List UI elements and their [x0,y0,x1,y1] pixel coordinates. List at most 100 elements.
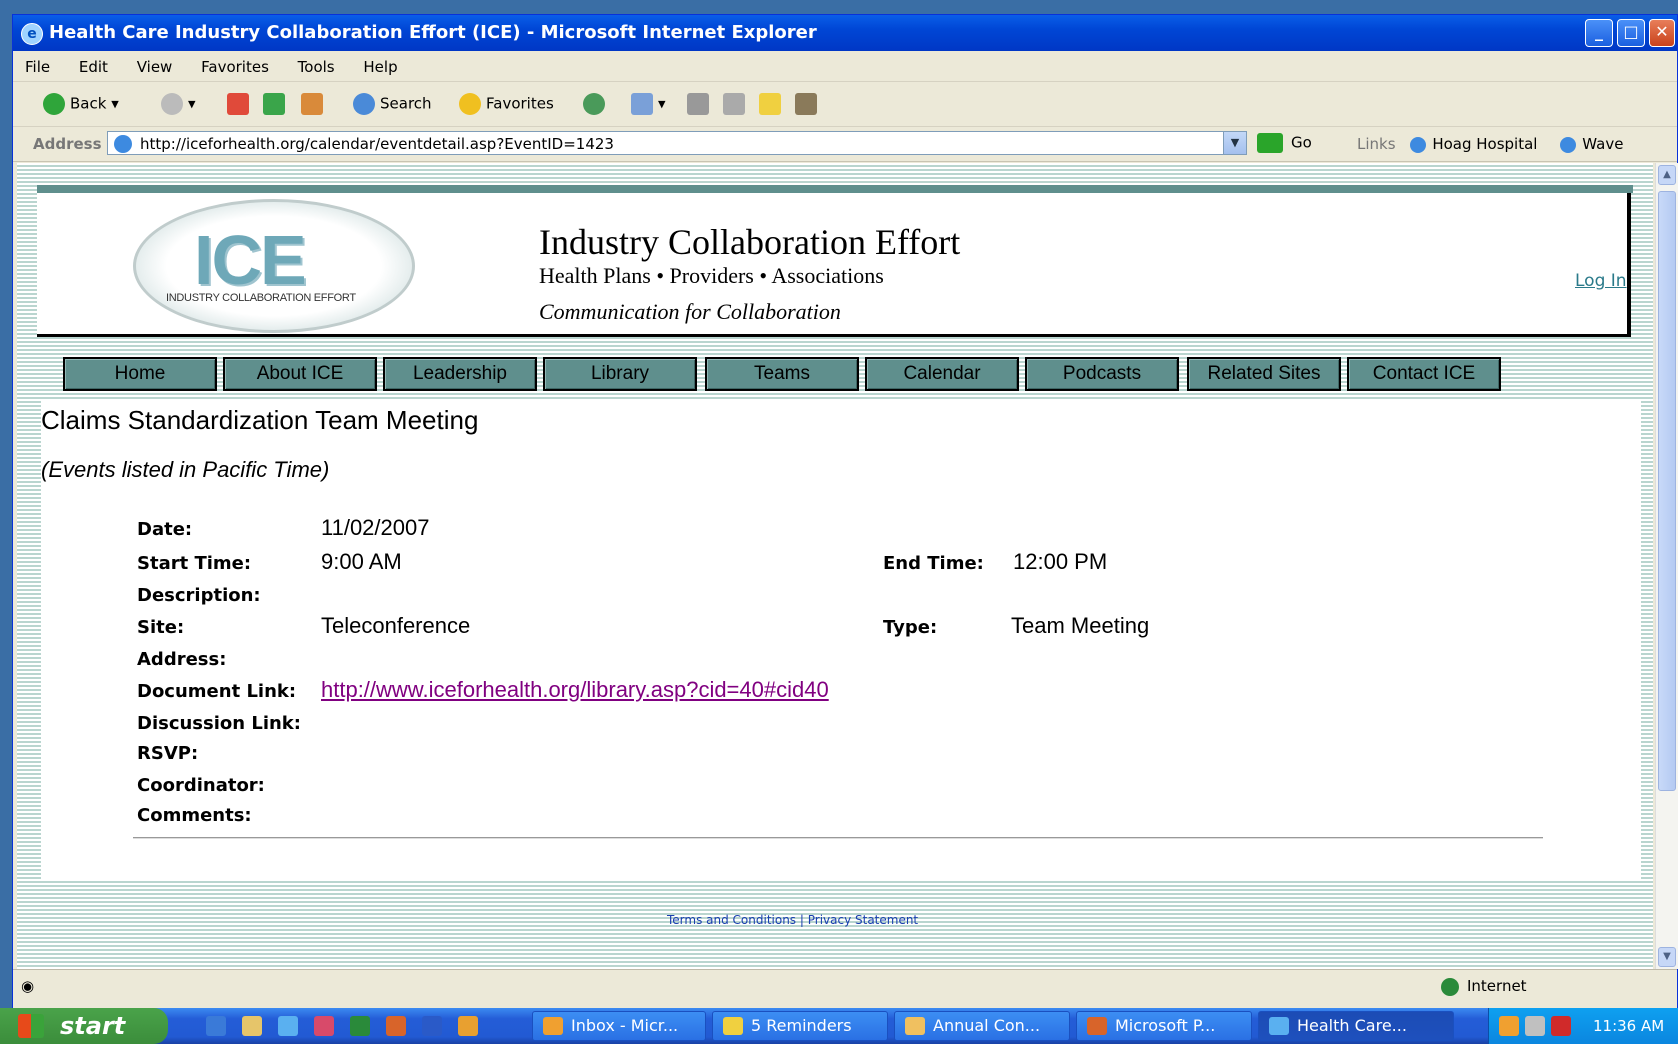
stop-button[interactable] [227,93,254,115]
page-icon [114,135,132,153]
tray-icon[interactable] [1499,1016,1519,1036]
address-dropdown-icon[interactable]: ▼ [1223,132,1246,154]
edit-icon [723,93,745,115]
ie-icon [1269,1017,1289,1035]
task-annual-con[interactable]: Annual Con... [894,1011,1070,1041]
event-detail: Claims Standardization Team Meeting (Eve… [41,399,1641,881]
tray-icon[interactable] [1525,1016,1545,1036]
end-time-label: End Time: [883,553,984,574]
home-icon [301,93,323,115]
address-input[interactable]: http://iceforhealth.org/calendar/eventde… [107,131,1247,155]
task-label: Microsoft P... [1115,1016,1216,1035]
maximize-button[interactable]: □ [1617,19,1645,47]
comments-label: Comments: [137,805,252,826]
nav-library[interactable]: Library [543,357,697,391]
coordinator-label: Coordinator: [137,775,265,796]
vertical-scrollbar[interactable]: ▲ ▼ [1655,163,1678,969]
quicklaunch-excel-icon[interactable] [350,1016,370,1036]
standard-toolbar: Back ▾ ▾ Search Favorites ▾ [13,82,1677,127]
search-button[interactable]: Search [353,93,432,115]
start-label: start [60,1012,126,1040]
quicklaunch-outlook-icon[interactable] [458,1016,478,1036]
security-zone: Internet [1441,977,1527,996]
tray-icon[interactable] [1551,1016,1571,1036]
date-value: 11/02/2007 [321,515,430,540]
scroll-down-icon[interactable]: ▼ [1658,947,1676,967]
search-label: Search [380,94,432,113]
address-bar: Address http://iceforhealth.org/calendar… [13,127,1677,162]
footer-links[interactable]: Terms and Conditions | Privacy Statement [667,913,918,927]
task-health-care[interactable]: Health Care... [1258,1011,1454,1041]
link-wave[interactable]: Wave [1560,135,1623,153]
document-link[interactable]: http://www.iceforhealth.org/library.asp?… [321,677,829,702]
timezone-note: (Events listed in Pacific Time) [41,457,330,482]
nav-podcasts[interactable]: Podcasts [1025,357,1179,391]
menu-edit[interactable]: Edit [79,58,108,76]
page-status-icon: ◉ [21,977,35,995]
history-icon [583,93,605,115]
start-time-label: Start Time: [137,553,252,574]
quicklaunch-powerpoint-icon[interactable] [386,1016,406,1036]
search-icon [353,93,375,115]
login-link[interactable]: Log In [1575,271,1627,291]
logo-text: ICE [194,221,307,299]
rsvp-label: RSVP: [137,743,199,764]
nav-about-ice[interactable]: About ICE [223,357,377,391]
menu-tools[interactable]: Tools [298,58,335,76]
menu-help[interactable]: Help [363,58,397,76]
nav-related-sites[interactable]: Related Sites [1187,357,1341,391]
system-tray: 11:36 AM [1488,1008,1678,1044]
type-value: Team Meeting [1011,613,1150,638]
research-button[interactable] [795,93,822,115]
event-title: Claims Standardization Team Meeting [41,405,479,435]
favorites-label: Favorites [486,94,554,113]
go-button[interactable]: Go [1257,133,1312,153]
task-label: Inbox - Micr... [571,1016,679,1035]
home-button[interactable] [301,93,328,115]
discuss-button[interactable] [759,93,786,115]
start-button[interactable]: start [0,1008,168,1044]
site-value: Teleconference [321,613,471,638]
quicklaunch-icon[interactable] [206,1016,226,1036]
menu-favorites[interactable]: Favorites [201,58,269,76]
favorites-button[interactable]: Favorites [459,93,554,115]
browser-window: e Health Care Industry Collaboration Eff… [12,14,1678,1014]
nav-contact-ice[interactable]: Contact ICE [1347,357,1501,391]
print-button[interactable] [687,93,714,115]
history-button[interactable] [583,93,610,115]
refresh-button[interactable] [263,93,290,115]
quicklaunch-ie-icon[interactable] [278,1016,298,1036]
task-microsoft-p[interactable]: Microsoft P... [1076,1011,1252,1041]
outlook-icon [543,1017,563,1035]
forward-button[interactable]: ▾ [161,93,196,115]
clock[interactable]: 11:36 AM [1593,1017,1664,1035]
type-label: Type: [883,617,938,638]
ie-page-icon [1560,136,1577,153]
nav-leadership[interactable]: Leadership [383,357,537,391]
refresh-icon [263,93,285,115]
nav-calendar[interactable]: Calendar [865,357,1019,391]
note-icon [759,93,781,115]
task-inbox[interactable]: Inbox - Micr... [532,1011,706,1041]
quicklaunch-icon[interactable] [242,1016,262,1036]
menu-file[interactable]: File [25,58,50,76]
scroll-thumb[interactable] [1658,191,1676,791]
quicklaunch-icon[interactable] [314,1016,334,1036]
link-hoag-hospital[interactable]: Hoag Hospital [1410,135,1537,153]
close-button[interactable]: ✕ [1649,19,1675,47]
edit-button[interactable] [723,93,750,115]
site-header: ICE INDUSTRY COLLABORATION EFFORT Indust… [37,193,1631,337]
ice-logo: ICE INDUSTRY COLLABORATION EFFORT [133,199,415,333]
discussion-link-label: Discussion Link: [137,713,301,734]
minimize-button[interactable]: _ [1585,19,1613,47]
menu-view[interactable]: View [137,58,173,76]
nav-teams[interactable]: Teams [705,357,859,391]
zone-label: Internet [1467,977,1527,995]
quicklaunch-word-icon[interactable] [422,1016,442,1036]
back-button[interactable]: Back ▾ [43,93,119,115]
mail-button[interactable]: ▾ [631,93,666,115]
scroll-up-icon[interactable]: ▲ [1658,165,1676,185]
go-arrow-icon [1257,133,1283,153]
task-reminders[interactable]: 5 Reminders [712,1011,888,1041]
nav-home[interactable]: Home [63,357,217,391]
